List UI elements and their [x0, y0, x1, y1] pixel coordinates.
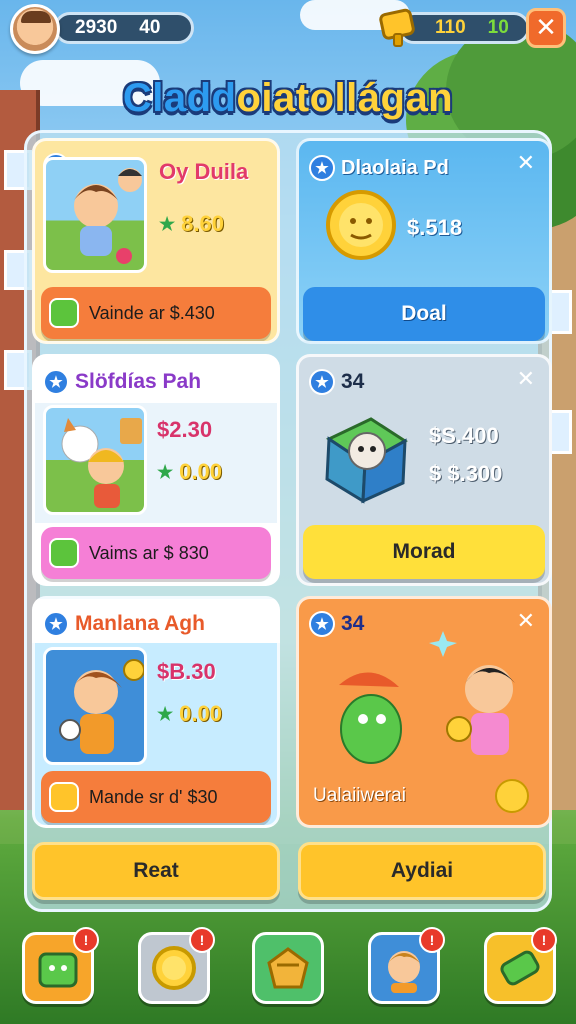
card-price: $B.30 — [157, 659, 216, 684]
card-header: ★ Manlana Agh — [43, 611, 205, 637]
card-title: Oy Duila — [159, 159, 249, 184]
resource-a-value: 110 — [435, 17, 466, 38]
offer-card-2[interactable]: ★ Dlaolaia Pd ✕ $.518 Doal — [296, 138, 552, 344]
gold-ticket-icon — [379, 8, 415, 47]
offer-card-6[interactable]: ★ 34 ✕ Ualaiiwerai — [296, 596, 552, 828]
card-title: Slöfdías Pah — [75, 370, 202, 393]
star-icon: ★ — [43, 611, 69, 637]
card-price: $2.30 — [157, 417, 213, 442]
star-price-value: 8.60 — [181, 211, 224, 236]
star-icon: ★ — [309, 155, 335, 181]
offer-card-3[interactable]: ★ Slöfdías Pah $2.30 ★ 0.00 Vaims ar $ 8… — [32, 354, 280, 586]
characters-illustration — [339, 631, 515, 764]
star-price: ★ 0.00 — [157, 459, 222, 485]
treasure-icon — [267, 947, 309, 989]
star-price: ★ 8.60 — [159, 211, 224, 237]
green-star-icon: ★ — [159, 213, 176, 234]
star-icon: ★ — [43, 369, 69, 395]
star-price-value: 0.00 — [179, 701, 222, 726]
nav-badge: ! — [419, 927, 445, 953]
offer-bar[interactable]: Mande sr d' $30 — [41, 771, 271, 823]
apply-button[interactable]: Aydiai — [298, 842, 546, 900]
card-price-2: $ $.300 — [429, 461, 503, 486]
offer-bar-label: Mande sr d' $30 — [89, 786, 218, 807]
page-title: Claddoiatollágan — [0, 76, 576, 121]
card-header: ★ 34 — [309, 369, 364, 395]
offer-bar-label: Vainde ar $.430 — [89, 302, 215, 323]
green-star-icon: ★ — [157, 703, 174, 724]
offer-bar[interactable]: Vaims ar $ 830 — [41, 527, 271, 579]
green-star-icon: ★ — [157, 461, 174, 482]
kids-illustration — [43, 157, 147, 273]
leaf-icon — [49, 538, 79, 568]
coins-counter[interactable]: 2930 40 — [54, 12, 194, 44]
kids-pet-illustration — [43, 405, 147, 515]
nav-medal-button[interactable]: ! — [138, 927, 215, 1004]
offer-card-4[interactable]: ★ 34 ✕ $S.400 $ $.300 Morad — [296, 354, 552, 586]
friend-avatar-icon — [388, 951, 420, 993]
nav-badge: ! — [189, 927, 215, 953]
resource-b-value: 10 — [487, 17, 509, 38]
card-header: ★ Slöfdías Pah — [43, 369, 201, 395]
star-price-value: 0.00 — [179, 459, 222, 484]
nav-treasure-button[interactable] — [252, 932, 324, 1004]
leaf-icon — [49, 298, 79, 328]
nav-badge: ! — [531, 927, 557, 953]
gold-ticket-icon — [49, 782, 79, 812]
title-part-1: Cladd — [122, 76, 237, 120]
card-header: ★ Dlaolaia Pd — [309, 155, 449, 181]
coins-value: 2930 — [75, 17, 118, 38]
card-price-1: $S.400 — [429, 423, 499, 448]
card-price: $.518 — [407, 215, 463, 240]
mystery-box-icon — [325, 417, 408, 504]
star-icon: ★ — [309, 369, 335, 395]
nav-ticket-button[interactable]: ! — [484, 927, 557, 1004]
card-title: 34 — [341, 370, 365, 393]
title-part-2: oiatollágan — [236, 76, 454, 120]
nav-badge: ! — [73, 927, 99, 953]
player-avatar[interactable] — [10, 4, 60, 54]
gift-box-icon — [38, 952, 78, 988]
lemon-icon — [495, 779, 529, 813]
offer-bar[interactable]: Vainde ar $.430 — [41, 287, 271, 339]
offer-card-5[interactable]: ★ Manlana Agh $B.30 ★ 0.00 Mande sr d' $… — [32, 596, 280, 828]
card-footer-label: Ualaiiwerai — [313, 785, 406, 806]
morad-button[interactable]: Morad — [303, 525, 545, 579]
gold-medal-icon — [152, 946, 196, 990]
star-price: ★ 0.00 — [157, 701, 222, 727]
nav-friends-button[interactable]: ! — [368, 927, 445, 1004]
close-button[interactable]: ✕ — [526, 8, 566, 48]
gold-coin-icon — [326, 190, 396, 260]
card-title: Manlana Agh — [75, 612, 205, 635]
boy-illustration — [43, 647, 147, 765]
nav-gift-button[interactable]: ! — [22, 927, 99, 1004]
deal-button[interactable]: Doal — [303, 287, 545, 341]
card-close-icon[interactable]: ✕ — [517, 151, 535, 176]
offer-card-1[interactable]: ★ Oy Duila ★ 8.60 Vainde ar $.430 — [32, 138, 280, 344]
reset-button[interactable]: Reat — [32, 842, 280, 900]
coins-secondary: 40 — [139, 17, 161, 38]
card-title: Dlaolaia Pd — [341, 156, 449, 179]
offer-bar-label: Vaims ar $ 830 — [89, 542, 209, 563]
card-close-icon[interactable]: ✕ — [517, 367, 535, 392]
